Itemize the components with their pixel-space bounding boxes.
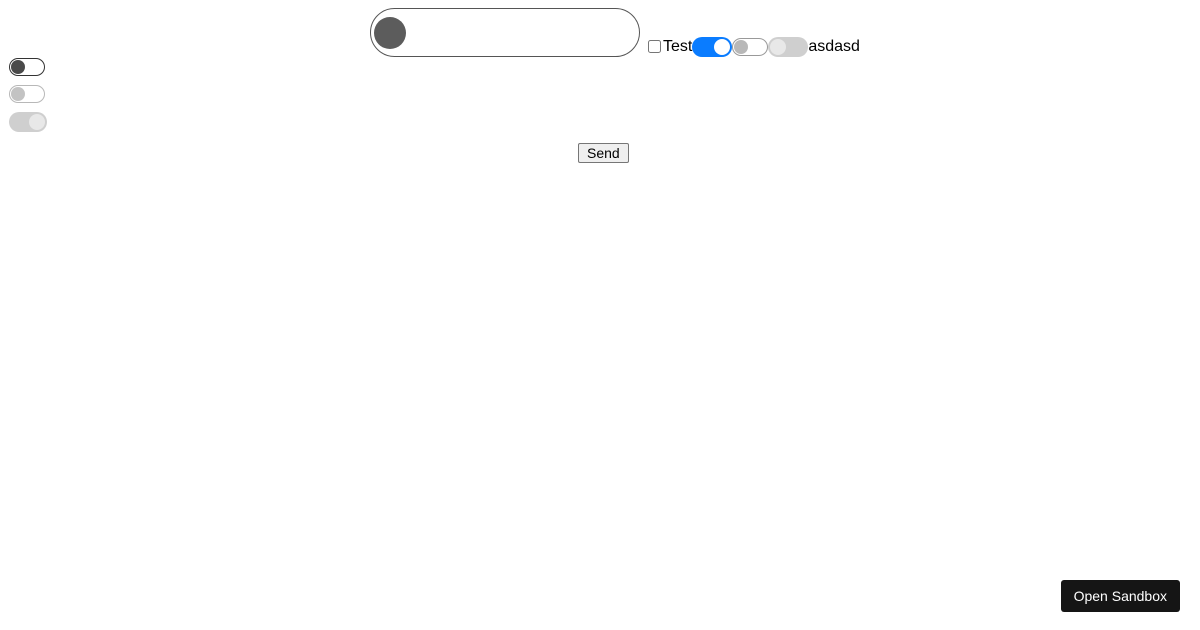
toggle-thumb-icon — [734, 40, 748, 54]
toggle-thumb-icon — [11, 87, 25, 101]
toggle-thumb-icon — [770, 39, 786, 55]
toggle-thumb-icon — [374, 17, 406, 49]
toggle-thumb-icon — [714, 39, 730, 55]
test-checkbox[interactable] — [648, 40, 661, 53]
left-toggle-1[interactable] — [9, 58, 45, 76]
left-toggle-stack — [9, 58, 47, 132]
send-button[interactable]: Send — [578, 143, 629, 163]
big-toggle[interactable] — [370, 8, 640, 57]
trailing-text: asdasd — [808, 38, 860, 56]
left-toggle-2[interactable] — [9, 85, 45, 103]
blue-toggle[interactable] — [692, 37, 732, 57]
light-toggle[interactable] — [732, 38, 768, 56]
toggle-thumb-icon — [29, 114, 45, 130]
left-toggle-3[interactable] — [9, 112, 47, 132]
disabled-toggle[interactable] — [768, 37, 808, 57]
inline-controls: Test asdasd — [644, 37, 860, 57]
checkbox-label: Test — [663, 38, 692, 56]
open-sandbox-button[interactable]: Open Sandbox — [1061, 580, 1180, 612]
toggle-thumb-icon — [11, 60, 25, 74]
center-row: Test asdasd — [370, 8, 860, 57]
